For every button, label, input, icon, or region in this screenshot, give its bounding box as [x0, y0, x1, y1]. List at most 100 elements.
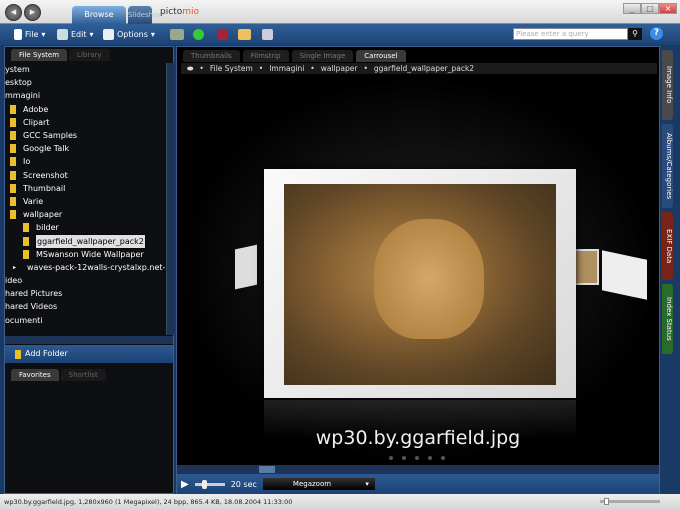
maximize-button[interactable]: □ [641, 3, 659, 14]
tree-item[interactable]: ggarfield_wallpaper_pack2 [5, 233, 165, 249]
add-folder-label: Add Folder [25, 349, 68, 358]
breadcrumb-item[interactable]: wallpaper [321, 63, 358, 74]
tree-item[interactable]: Google Talk [5, 142, 165, 155]
tab-carrousel[interactable]: Carrousel [356, 50, 406, 62]
tab-file-system[interactable]: File System [11, 49, 68, 61]
print-icon[interactable] [262, 29, 273, 40]
tree-vertical-scrollbar[interactable] [166, 63, 174, 335]
image-caption: wp30.by.ggarfield.jpg [315, 427, 521, 449]
zoom-slider[interactable] [600, 498, 660, 505]
tree-item[interactable]: hared Videos [5, 300, 165, 313]
back-button[interactable]: ◀ [5, 4, 22, 21]
tree-item[interactable]: wallpaper [5, 208, 165, 221]
breadcrumb: ⬬ • File System • Immagini • wallpaper • gga… [181, 63, 657, 74]
folder-icon [10, 196, 16, 206]
slideshow-controls: ▶ 20 sec Megazoom ▾ [177, 474, 659, 494]
tab-browse[interactable]: Browse [72, 6, 126, 24]
tree-item-label: ggarfield_wallpaper_pack2 [35, 233, 146, 249]
effect-value: Megazoom [292, 480, 332, 488]
help-icon[interactable]: ? [650, 27, 663, 40]
status-text: wp30.by.ggarfield.jpg, 1,280x960 (1 Mega… [4, 498, 293, 506]
tree-item-label: esktop [5, 78, 32, 88]
tree-item[interactable]: esktop [5, 76, 165, 89]
tab-thumbnails[interactable]: Thumbnails [183, 50, 240, 62]
carousel-current-image[interactable] [264, 169, 576, 398]
tree-item[interactable]: ystem [5, 63, 165, 76]
dot[interactable] [428, 456, 432, 460]
left-panel: File System Library ystem esktop mmagini Ad… [4, 46, 174, 494]
breadcrumb-item[interactable]: File System [210, 63, 253, 74]
tree-item[interactable]: ▸ waves-pack-12walls-crystalxp.net-fr-441… [5, 261, 165, 274]
tree-item[interactable]: Clipart [5, 116, 165, 129]
right-tab[interactable]: Albums/Categories [662, 124, 673, 208]
tree-item[interactable]: GCC Samples [5, 129, 165, 142]
breadcrumb-item[interactable]: ggarfield_wallpaper_pack2 [374, 63, 474, 74]
folder-icon [10, 131, 16, 141]
tree-item-label: bilder [36, 223, 59, 233]
dot[interactable] [415, 456, 419, 460]
right-tab[interactable]: Index Status [662, 284, 673, 354]
tab-slideshow[interactable]: Slideshow [128, 6, 163, 24]
tree-item[interactable]: Io [5, 155, 165, 168]
tree-item[interactable]: ideo [5, 274, 165, 287]
search-input[interactable]: Please enter a query [513, 28, 628, 40]
folder-icon [10, 144, 16, 154]
tree-item[interactable]: bilder [5, 221, 165, 234]
tree-item-label: Clipart [23, 117, 50, 127]
edit-icon [57, 29, 68, 40]
tree-item[interactable]: MSwanson Wide Wallpaper [5, 248, 165, 261]
interval-label: 20 sec [230, 479, 257, 489]
folder-icon [10, 117, 16, 127]
edit-menu[interactable]: Edit ▾ [57, 27, 94, 42]
effect-select[interactable]: Megazoom ▾ [262, 478, 375, 490]
carousel-side-image[interactable] [235, 244, 257, 290]
tree-horizontal-scrollbar[interactable] [5, 336, 173, 344]
folder-icon [23, 223, 29, 233]
close-button[interactable]: × [659, 3, 677, 14]
dot[interactable] [402, 456, 406, 460]
search-icon[interactable]: ⚲ [628, 28, 642, 40]
expand-icon[interactable]: ▸ [13, 261, 16, 274]
options-menu[interactable]: Options ▾ [103, 27, 155, 42]
tree-item[interactable]: Thumbnail [5, 182, 165, 195]
main-panel: Thumbnails Filmstrip Single Image Carrou… [176, 46, 660, 494]
forward-button[interactable]: ▶ [24, 4, 41, 21]
tab-library[interactable]: Library [69, 49, 110, 61]
tab-favorites[interactable]: Favorites [11, 369, 59, 381]
stop-icon[interactable] [217, 29, 228, 40]
play-icon[interactable]: ▶ [181, 479, 189, 490]
interval-slider[interactable] [194, 479, 225, 489]
tree-item[interactable]: Adobe [5, 103, 165, 116]
file-menu[interactable]: File ▾ [14, 27, 45, 42]
folder-icon [23, 249, 29, 259]
tree-item[interactable]: mmagini [5, 89, 165, 102]
carousel-side-image[interactable] [602, 250, 647, 300]
folder-icon [10, 183, 16, 193]
tree-item[interactable]: Varie [5, 195, 165, 208]
options-icon [103, 29, 114, 40]
tree-item[interactable]: Screenshot [5, 169, 165, 182]
add-folder-button[interactable]: Add Folder [5, 345, 173, 363]
tab-single-image[interactable]: Single Image [291, 50, 354, 62]
tree-item[interactable]: hared Pictures [5, 287, 165, 300]
tree-item-label: wallpaper [23, 210, 63, 220]
import-icon[interactable] [170, 29, 184, 40]
tab-shortlist[interactable]: Shortlist [60, 369, 106, 381]
tab-filmstrip[interactable]: Filmstrip [242, 50, 289, 62]
tree-item[interactable]: ocumenti [5, 314, 165, 327]
slideshow-icon[interactable] [238, 29, 251, 40]
tree-item-label: Adobe [23, 104, 49, 114]
right-side-tabs: Image Info Albums/Categories EXIF Data Inde… [660, 46, 680, 494]
dot[interactable] [441, 456, 445, 460]
carousel-scrollbar[interactable] [177, 465, 659, 474]
right-tab[interactable]: EXIF Data [662, 212, 673, 280]
chevron-down-icon: ▾ [365, 480, 369, 488]
breadcrumb-item[interactable]: Immagini [269, 63, 304, 74]
refresh-icon[interactable] [193, 29, 204, 40]
dot[interactable] [389, 456, 393, 460]
tree-item-label: ocumenti [5, 315, 43, 325]
tree-item-label: mmagini [5, 91, 41, 101]
carousel-stage: wp30.by.ggarfield.jpg [177, 75, 659, 465]
minimize-button[interactable]: _ [623, 3, 641, 14]
right-tab[interactable]: Image Info [662, 50, 673, 120]
